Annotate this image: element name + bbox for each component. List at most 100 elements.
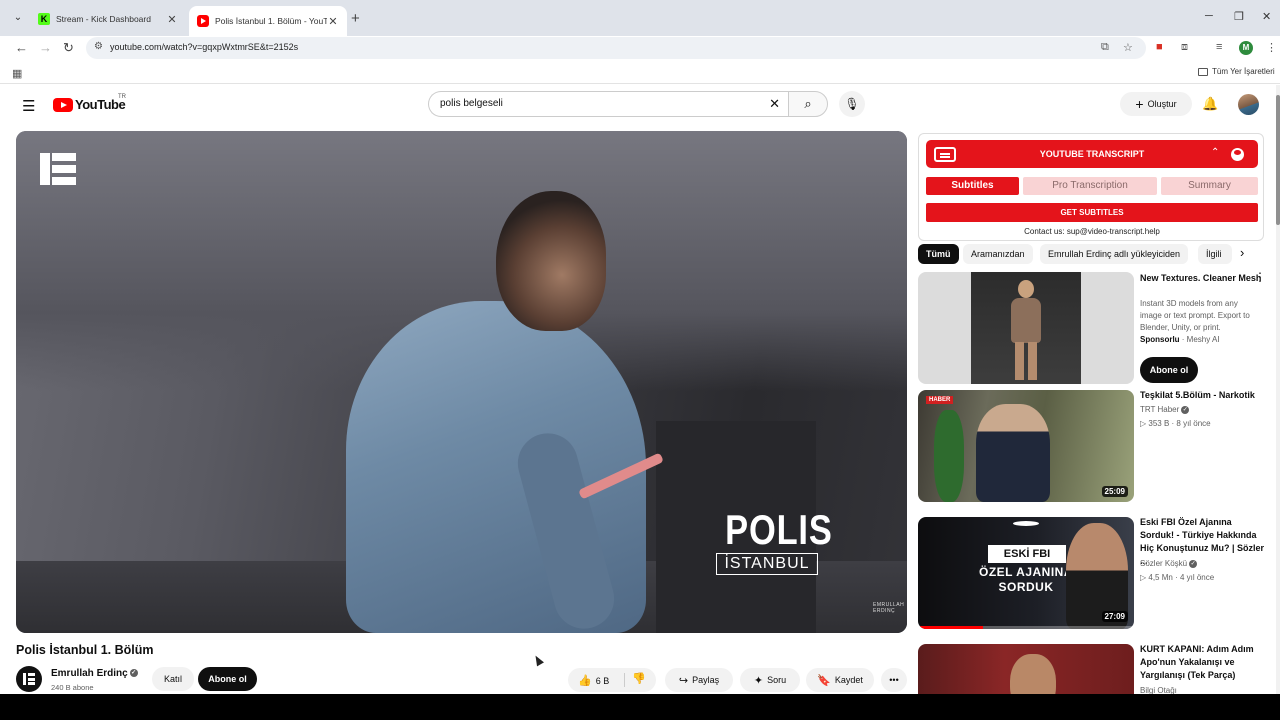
thumbnail-person	[1010, 654, 1056, 694]
tab-search-chevron-icon[interactable]: ⌄	[10, 10, 26, 26]
create-button[interactable]: + Oluştur	[1120, 92, 1192, 116]
address-bar[interactable]: ⚙ youtube.com/watch?v=gqxpWxtmrSE&t=2152…	[86, 37, 1146, 59]
ad-thumbnail[interactable]	[918, 272, 1134, 384]
profile-avatar[interactable]: M	[1239, 41, 1253, 55]
sparkle-icon: ✦	[753, 674, 764, 687]
window-close-icon[interactable]: ✕	[1262, 10, 1271, 23]
tab-close-icon[interactable]: ✕	[166, 13, 178, 26]
rec-channel-name: Bilgi Otağı	[1140, 686, 1177, 694]
ad-sponsor-line: Sponsorlu · Meshy AI	[1140, 335, 1220, 344]
new-tab-plus-icon[interactable]: +	[351, 10, 360, 27]
ad-subscribe-button[interactable]: Abone ol	[1140, 357, 1198, 383]
video-thumbnail[interactable]: ESKİ FBI ÖZEL AJANINA SORDUK 27:09	[918, 517, 1134, 629]
video-frame-person-head	[496, 191, 606, 331]
site-info-icon[interactable]: ⚙	[94, 41, 103, 52]
contact-text: Contact us: sup@video-transcript.help	[1024, 227, 1160, 236]
collapse-chevron-up-icon[interactable]: ⌃	[1211, 147, 1219, 158]
video-thumbnail[interactable]: HABER 25:09	[918, 390, 1134, 502]
chip-related[interactable]: İlgili	[1198, 244, 1232, 264]
apps-grid-icon[interactable]: ▦	[12, 67, 22, 80]
extensions-puzzle-icon[interactable]: ⧈	[1181, 41, 1188, 54]
join-button[interactable]: Katıl	[152, 667, 194, 691]
rec-channel[interactable]: Bilgi Otağı	[1140, 686, 1177, 694]
video-thumbnail[interactable]	[918, 644, 1134, 694]
bookmark-star-icon[interactable]: ☆	[1123, 41, 1133, 54]
duration-badge: 25:09	[1101, 486, 1128, 497]
search-query-text: polis belgeseli	[440, 98, 503, 109]
microphone-icon: 🎙	[844, 97, 860, 111]
channel-avatar[interactable]	[16, 666, 42, 692]
like-dislike-group: 👍 6 B 👎	[568, 668, 656, 692]
bookmark-icon: 🔖	[817, 674, 831, 687]
user-account-icon[interactable]	[1231, 148, 1244, 161]
save-button[interactable]: 🔖 Kaydet	[806, 668, 874, 692]
chip-from-uploader[interactable]: Emrullah Erdinç adlı yükleyiciden	[1040, 244, 1189, 264]
reload-icon[interactable]: ↻	[63, 40, 74, 56]
voice-search-button[interactable]: 🎙	[839, 91, 865, 117]
tab-close-icon[interactable]: ✕	[327, 15, 339, 28]
youtube-play-icon	[53, 97, 73, 112]
browser-menu-icon[interactable]: ⋮	[1266, 41, 1277, 54]
ad-image	[971, 272, 1081, 384]
screen-bottom-bar	[0, 694, 1280, 720]
page-scrollbar[interactable]	[1276, 85, 1280, 694]
browser-window: ⌄ K Stream - Kick Dashboard ✕ Polis İsta…	[0, 0, 1280, 694]
chip-all[interactable]: Tümü	[918, 244, 959, 264]
transcript-header[interactable]: YOUTUBE TRANSCRIPT ⌃	[926, 140, 1258, 168]
account-avatar[interactable]	[1238, 94, 1259, 115]
more-actions-button[interactable]: •••	[881, 668, 907, 692]
chevron-right-icon[interactable]: ›	[1240, 245, 1244, 260]
all-bookmarks-button[interactable]: Tüm Yer İşaretleri	[1198, 67, 1275, 76]
thumbs-up-icon: 👍	[578, 675, 592, 687]
subscribe-label: Abone ol	[208, 674, 247, 684]
scrollbar-thumb[interactable]	[1276, 95, 1280, 225]
tab-kick-dashboard[interactable]: K Stream - Kick Dashboard ✕	[30, 7, 186, 31]
tab-subtitles[interactable]: Subtitles	[926, 177, 1019, 195]
dislike-button[interactable]: 👎	[632, 672, 646, 685]
install-app-icon[interactable]: ⧉	[1101, 41, 1109, 54]
tab-summary[interactable]: Summary	[1161, 177, 1258, 195]
subscribe-button[interactable]: Abone ol	[198, 667, 257, 691]
save-label: Kaydet	[834, 675, 863, 685]
url-text: youtube.com/watch?v=gqxpWxtmrSE&t=2152s	[110, 42, 299, 52]
verified-check-icon: ✓	[129, 669, 138, 678]
notifications-bell-icon[interactable]: 🔔	[1202, 96, 1218, 112]
video-title-link[interactable]: KURT KAPANI: Adım Adım Apo'nun Yakalanış…	[1140, 643, 1266, 682]
rec-channel[interactable]: TRT Haber ✓	[1140, 405, 1190, 414]
youtube-icon	[197, 15, 209, 27]
ask-button[interactable]: ✦ Soru	[740, 668, 800, 692]
video-player[interactable]: POLIS İSTANBUL EMRULLAH ERDINÇ	[16, 131, 907, 633]
tab-strip: ⌄ K Stream - Kick Dashboard ✕ Polis İsta…	[0, 0, 1280, 36]
tab-pro-transcription[interactable]: Pro Transcription	[1023, 177, 1157, 195]
tab-youtube-video[interactable]: Polis İstanbul 1. Bölüm - YouTube ✕	[189, 6, 347, 36]
minimize-icon[interactable]: ─	[1205, 10, 1213, 22]
kick-icon: K	[38, 13, 50, 25]
clear-search-icon[interactable]: ✕	[769, 96, 780, 112]
chip-from-search[interactable]: Aramanızdan	[963, 244, 1033, 264]
hamburger-menu-icon[interactable]: ☰	[22, 97, 35, 115]
channel-name[interactable]: Emrullah Erdinç ✓	[51, 668, 138, 679]
like-button[interactable]: 👍 6 B	[578, 674, 609, 687]
rec-channel-name: TRT Haber	[1140, 405, 1180, 414]
duration-badge: 27:09	[1101, 611, 1128, 622]
mouse-cursor	[532, 653, 544, 667]
maximize-icon[interactable]: ❐	[1234, 10, 1244, 23]
tab-title: Stream - Kick Dashboard	[56, 14, 151, 24]
share-button[interactable]: ↪ Paylaş	[665, 668, 733, 692]
search-button[interactable]: ⌕	[788, 91, 828, 117]
youtube-logo[interactable]: YouTube	[53, 97, 126, 112]
rec-channel[interactable]: Sözler Köşkü ✓	[1140, 559, 1198, 568]
more-vertical-icon[interactable]: ⋮	[1254, 271, 1266, 283]
search-input[interactable]: polis belgeseli ✕	[428, 91, 788, 117]
thumbnail-tree	[934, 410, 964, 502]
folder-icon	[1198, 67, 1208, 76]
video-title: Polis İstanbul 1. Bölüm	[16, 643, 154, 657]
media-control-icon[interactable]: ≡	[1216, 41, 1222, 53]
video-title-link[interactable]: Teşkilat 5.Bölüm - Narkotik	[1140, 389, 1266, 402]
ad-title[interactable]: New Textures. Cleaner Mesh	[1140, 272, 1266, 285]
back-arrow-icon[interactable]: ←	[15, 40, 28, 55]
extension-red-icon[interactable]: ■	[1156, 41, 1163, 53]
subscriber-count: 240 B abone	[51, 683, 94, 692]
get-subtitles-button[interactable]: GET SUBTITLES	[926, 203, 1258, 222]
forward-arrow-icon[interactable]: →	[39, 40, 52, 55]
